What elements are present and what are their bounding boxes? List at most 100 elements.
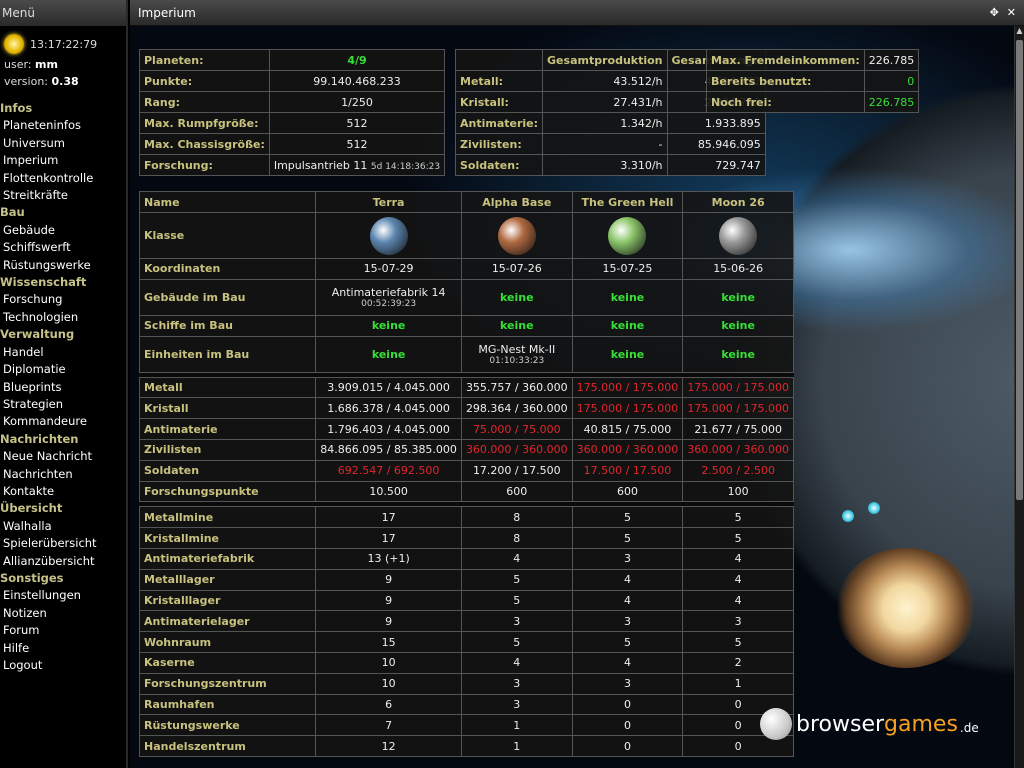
- nav-section-heading: Sonstiges: [0, 570, 64, 585]
- building-level: 0: [571, 693, 684, 716]
- building-level: 15: [315, 631, 462, 653]
- build-none: keine: [610, 290, 645, 304]
- nav-item[interactable]: Diplomatie: [0, 361, 126, 378]
- nav-item[interactable]: Kontakte: [0, 483, 126, 500]
- planet-coords[interactable]: 15-07-29: [315, 258, 462, 280]
- resource-value: 1.686.378 / 4.045.000: [315, 397, 462, 420]
- resource-value: 3.909.015 / 4.045.000: [315, 376, 462, 399]
- nav-item[interactable]: Streitkräfte: [0, 187, 126, 204]
- planet-class-row: Klasse: [138, 212, 794, 259]
- resource-value: 175.000 / 175.000: [682, 376, 794, 399]
- planet-coords[interactable]: 15-06-26: [682, 258, 794, 280]
- production-label: Zivilisten:: [454, 133, 544, 155]
- planet-icon[interactable]: [608, 216, 647, 255]
- buildings-in-progress-row-label: Gebäude im Bau: [138, 278, 317, 316]
- ships-in-progress-cell: keine: [315, 314, 462, 337]
- buildings-in-progress-row-cell: keine: [682, 278, 794, 316]
- nav-item[interactable]: Rüstungswerke: [0, 257, 126, 274]
- nav-item[interactable]: Einstellungen: [0, 587, 126, 604]
- vertical-scrollbar[interactable]: ▲: [1014, 26, 1024, 768]
- version-label: version:: [4, 75, 48, 88]
- nav-item[interactable]: Flottenkontrolle: [0, 170, 126, 187]
- planeten-value: 4/9: [268, 49, 446, 71]
- buildings-section: Metallmine 17 8 5 5 Kristallmine 17 8 5 5 Antimate…: [138, 506, 794, 757]
- production-label: Antimaterie:: [454, 112, 544, 134]
- resource-row: Metall 3.909.015 / 4.045.000 355.757 / 360…: [138, 376, 794, 399]
- building-level: 1: [460, 714, 573, 737]
- ships-in-progress-cell: keine: [571, 314, 684, 337]
- nav-item[interactable]: Forum: [0, 622, 126, 639]
- building-level: 17: [315, 506, 462, 529]
- nav-item[interactable]: Forschung: [0, 291, 126, 308]
- user-label: user:: [4, 58, 32, 71]
- planet-class-cell: [571, 212, 684, 259]
- nav-item[interactable]: Universum: [0, 135, 126, 152]
- nav-item[interactable]: Nachrichten: [0, 466, 126, 483]
- building-level: 5: [571, 506, 684, 529]
- planet-name[interactable]: The Green Hell: [571, 191, 684, 213]
- nav-item[interactable]: Gebäude: [0, 222, 126, 239]
- income-free-label: Noch frei:: [706, 91, 865, 113]
- building-label: Kristalllager: [138, 589, 317, 612]
- nav-item[interactable]: Spielerübersicht: [0, 535, 126, 552]
- planet-class-cell: [315, 212, 462, 259]
- nav-item[interactable]: Walhalla: [0, 518, 126, 535]
- nav-item[interactable]: Blueprints: [0, 379, 126, 396]
- planet-name[interactable]: Terra: [315, 191, 462, 213]
- resource-row: Zivilisten 84.866.095 / 85.385.000 360.000…: [138, 438, 794, 461]
- close-icon[interactable]: ✕: [1007, 6, 1016, 19]
- ships-in-progress-cell: keine: [682, 314, 794, 337]
- resource-value: 360.000 / 360.000: [571, 438, 684, 461]
- version-info: version: 0.38: [0, 73, 126, 90]
- nav-item[interactable]: Imperium: [0, 152, 126, 169]
- rumpf-value: 512: [268, 112, 446, 134]
- planet-icon[interactable]: [497, 216, 536, 255]
- building-level: 0: [571, 714, 684, 737]
- planet-coords-row-label: Koordinaten: [138, 258, 317, 280]
- building-label: Antimateriefabrik: [138, 547, 317, 570]
- watermark-part3: .de: [959, 721, 979, 735]
- scroll-up-icon[interactable]: ▲: [1015, 26, 1024, 36]
- build-timer: 01:10:33:23: [489, 355, 545, 366]
- imperium-window: Imperium ✥ ✕ Planeten: 4/9 Punkte: 99.140.…: [130, 0, 1024, 768]
- planet-icon[interactable]: [719, 216, 758, 255]
- building-label: Rüstungswerke: [138, 714, 317, 737]
- scrollbar-thumb[interactable]: [1016, 40, 1023, 500]
- nav-item[interactable]: Logout: [0, 657, 126, 674]
- units-in-progress-row: Einheiten im Bau keine MG-Nest Mk-II 01:10:…: [138, 335, 794, 373]
- planet-coords[interactable]: 15-07-26: [460, 258, 573, 280]
- resource-value: 298.364 / 360.000: [460, 397, 573, 420]
- nav-item[interactable]: Strategien: [0, 396, 126, 413]
- planet-coords[interactable]: 15-07-25: [571, 258, 684, 280]
- pin-icon[interactable]: ✥: [990, 6, 999, 19]
- nav-item[interactable]: Schiffswerft: [0, 239, 126, 256]
- planet-name[interactable]: Moon 26: [682, 191, 794, 213]
- building-level: 3: [682, 610, 794, 633]
- planet-name[interactable]: Alpha Base: [460, 191, 573, 213]
- nav-item[interactable]: Hilfe: [0, 640, 126, 657]
- nav-item[interactable]: Technologien: [0, 309, 126, 326]
- planet-class-cell: [460, 212, 573, 259]
- income-table: Max. Fremdeinkommen: 226.785 Bereits benu…: [706, 49, 920, 113]
- resource-label: Soldaten: [138, 459, 317, 482]
- nav-item[interactable]: Notizen: [0, 605, 126, 622]
- building-level: 0: [571, 735, 684, 757]
- planets-table: Name Terra Alpha Base The Green Hell Moon 26…: [138, 191, 794, 757]
- nav-item[interactable]: Allianzübersicht: [0, 553, 126, 570]
- building-level: 6: [315, 693, 462, 716]
- resource-value: 100: [682, 480, 794, 503]
- building-level: 4: [571, 651, 684, 674]
- building-level: 5: [460, 631, 573, 653]
- production-rate: -: [542, 133, 668, 155]
- planet-icon[interactable]: [369, 216, 408, 255]
- building-level: 5: [460, 568, 573, 591]
- nav-item[interactable]: Kommandeure: [0, 413, 126, 430]
- build-none: keine: [721, 347, 755, 361]
- nav-item[interactable]: Planeteninfos: [0, 117, 126, 134]
- nav-section-heading: Übersicht: [0, 501, 63, 516]
- units-in-progress-row-cell: keine: [315, 335, 462, 373]
- production-total: 1.933.895: [666, 112, 766, 134]
- nav-item[interactable]: Handel: [0, 344, 126, 361]
- building-level: 9: [315, 568, 462, 591]
- nav-item[interactable]: Neue Nachricht: [0, 448, 126, 465]
